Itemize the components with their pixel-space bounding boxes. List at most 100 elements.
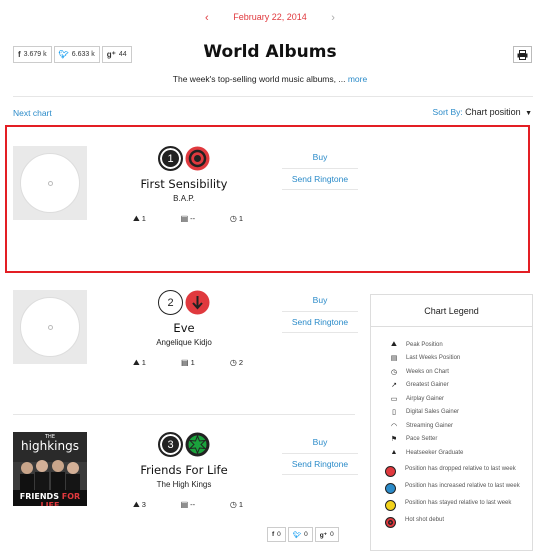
- stayed-icon: [385, 499, 396, 511]
- dropped-icon: [185, 290, 210, 315]
- increased-icon: [385, 482, 396, 494]
- chevron-left-icon[interactable]: ‹: [205, 12, 209, 24]
- legend-dot-item: Hot shot debut: [385, 516, 532, 528]
- buy-link[interactable]: Buy: [282, 435, 358, 454]
- peak-stat: ⛰︎ 1: [133, 358, 146, 367]
- legend-movement-list: Position has dropped relative to last we…: [371, 460, 532, 528]
- disc-icon: [20, 297, 80, 357]
- legend-dot-item: Position has dropped relative to last we…: [385, 465, 532, 477]
- sort-dropdown[interactable]: Sort By: Chart position ▼: [433, 107, 532, 117]
- twitter-share-button[interactable]: 🐦︎ 0: [287, 527, 313, 542]
- last-week-stat: ▤ --: [180, 500, 196, 509]
- clock-icon: ◷: [229, 500, 237, 509]
- last-week-icon: ▤: [180, 500, 189, 509]
- entry-stats: ⛰︎ 1 ▤ -- ◷ 1: [133, 214, 243, 224]
- peak-icon: ⛰︎: [133, 358, 140, 367]
- entry-actions: Buy Send Ringtone: [282, 293, 358, 333]
- album-title[interactable]: First Sensibility: [108, 177, 260, 191]
- hot-shot-icon: [385, 516, 396, 528]
- legend-item: ▭ Airplay Gainer: [390, 395, 445, 403]
- rank-badge: 1: [158, 146, 183, 171]
- rank-badge: 2: [158, 290, 183, 315]
- sort-value: Chart position: [465, 107, 521, 117]
- album-art: THE highkings FRIENDS FOR LIFE: [13, 432, 87, 506]
- print-button[interactable]: [513, 46, 532, 63]
- chart-legend: Chart Legend ⛰︎ Peak Position ▤ Last Weeks…: [370, 294, 533, 551]
- twitter-icon: 🐦︎: [292, 531, 302, 539]
- subtitle-text: The week's top-selling world music album…: [172, 74, 346, 84]
- next-chart-link[interactable]: Next chart: [13, 108, 52, 118]
- facebook-share-button[interactable]: f 0: [267, 527, 286, 542]
- peak-icon: ⛰︎: [133, 500, 140, 509]
- rank-badges: 1: [158, 146, 210, 171]
- legend-title: Chart Legend: [371, 295, 532, 327]
- legend-item: ▯ Digital Sales Gainer: [389, 406, 532, 420]
- last-week-icon: ▤: [390, 355, 398, 363]
- peak-stat: ⛰︎ 3: [133, 500, 146, 509]
- disc-icon: [20, 153, 80, 213]
- buy-link[interactable]: Buy: [282, 293, 358, 312]
- dropped-icon: [385, 465, 396, 477]
- date-navigation: ‹ February 22, 2014 ›: [0, 12, 540, 24]
- legend-item: ▤ Last Weeks Position: [390, 355, 461, 363]
- phone-icon: ▯: [392, 409, 396, 417]
- legend-dot-item: Position has increased relative to last …: [385, 482, 532, 494]
- legend-item: ◷ Weeks on Chart: [390, 368, 449, 376]
- album-art-placeholder: [13, 146, 87, 220]
- gainer-icon: ↗: [391, 382, 397, 390]
- legend-item: ◠ Streaming Gainer: [390, 422, 454, 430]
- legend-item: ⚑ Pace Setter: [390, 436, 438, 444]
- album-artist[interactable]: Angelique Kidjo: [108, 338, 260, 347]
- facebook-icon: f: [272, 531, 275, 538]
- rank-badge: 3: [158, 432, 183, 457]
- album-artist[interactable]: The High Kings: [108, 480, 260, 489]
- peak-icon: ⛰︎: [391, 340, 397, 348]
- page-subtitle: The week's top-selling world music album…: [0, 74, 540, 84]
- album-title[interactable]: Eve: [108, 321, 260, 335]
- google-plus-share-button[interactable]: g⁺ 0: [314, 527, 339, 542]
- clock-icon: ◷: [390, 368, 398, 376]
- more-link[interactable]: more: [348, 74, 367, 84]
- rank-badges: 2: [158, 290, 210, 315]
- album-artist[interactable]: B.A.P.: [108, 194, 260, 203]
- album-art-text: THE highkings: [21, 434, 79, 453]
- album-art-placeholder: [13, 290, 87, 364]
- sort-label: Sort By:: [432, 107, 463, 117]
- peak-icon: ⛰︎: [133, 214, 140, 223]
- legend-list: ⛰︎ Peak Position ▤ Last Weeks Position ◷ We…: [371, 327, 532, 460]
- bell-icon: ▲: [390, 449, 398, 457]
- page-title: World Albums: [203, 42, 337, 62]
- hot-shot-icon: [185, 146, 210, 171]
- buy-link[interactable]: Buy: [282, 150, 358, 169]
- caret-down-icon: ▼: [525, 110, 532, 117]
- entry-social-share-bar: f 0 🐦︎ 0 g⁺ 0: [267, 527, 341, 542]
- send-ringtone-link[interactable]: Send Ringtone: [282, 169, 358, 190]
- legend-item: ↗ Greatest Gainer: [389, 379, 532, 393]
- legend-item: ▲ Heatseeker Graduate: [390, 449, 464, 457]
- send-ringtone-link[interactable]: Send Ringtone: [282, 312, 358, 333]
- divider: [13, 96, 533, 97]
- flag-icon: ⚑: [390, 436, 398, 444]
- rank-badges: 3: [158, 432, 210, 457]
- wifi-icon: ◠: [390, 422, 398, 430]
- entry-actions: Buy Send Ringtone: [282, 150, 358, 190]
- album-title[interactable]: Friends For Life: [108, 463, 260, 477]
- legend-dot-item: Position has stayed relative to last wee…: [385, 499, 532, 511]
- entry-stats: ⛰︎ 1 ▤ 1 ◷ 2: [133, 358, 243, 368]
- send-ringtone-link[interactable]: Send Ringtone: [282, 454, 358, 475]
- legend-item: ⛰︎ Peak Position: [389, 338, 532, 352]
- radio-icon: ▭: [390, 395, 398, 403]
- printer-icon: [517, 49, 528, 60]
- entry-actions: Buy Send Ringtone: [282, 435, 358, 475]
- last-week-icon: ▤: [180, 214, 189, 223]
- chart-entry-1[interactable]: 1 First Sensibility B.A.P. ⛰︎ 1 ▤ -- ◷ 1 Bu…: [13, 146, 358, 266]
- debut-icon: [185, 432, 210, 457]
- divider: [13, 414, 355, 415]
- entry-stats: ⛰︎ 3 ▤ -- ◷ 1: [133, 500, 243, 510]
- chevron-right-icon[interactable]: ›: [331, 12, 335, 24]
- chart-entry-2[interactable]: 2 Eve Angelique Kidjo ⛰︎ 1 ▤ 1 ◷ 2 Buy Send…: [13, 290, 358, 410]
- peak-stat: ⛰︎ 1: [133, 214, 146, 223]
- weeks-stat: ◷ 1: [229, 214, 243, 223]
- weeks-stat: ◷ 1: [229, 500, 243, 509]
- google-plus-icon: g⁺: [319, 531, 328, 539]
